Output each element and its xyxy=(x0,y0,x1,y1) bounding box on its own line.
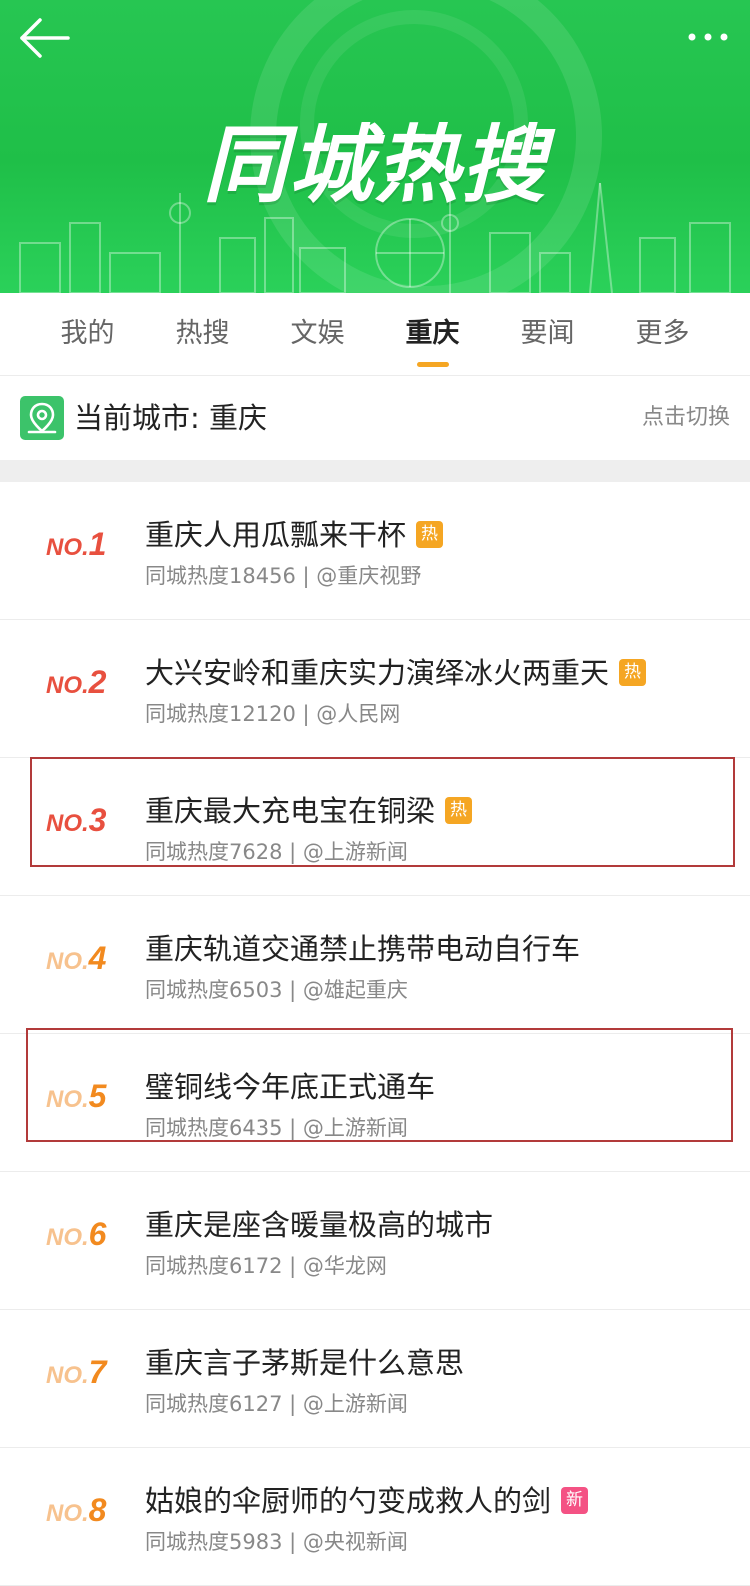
rank-label: NO.6 xyxy=(46,1216,136,1256)
tab-more[interactable]: 更多 xyxy=(605,293,720,375)
rank-label: NO.8 xyxy=(46,1492,136,1532)
item-meta: 同城热度7628 | @上游新闻 xyxy=(145,840,408,864)
city-skyline-illustration xyxy=(19,183,731,293)
item-meta: 同城热度12120 | @人民网 xyxy=(145,702,401,726)
item-title: 重庆最大充电宝在铜梁热 xyxy=(145,788,473,830)
tab-chongqing[interactable]: 重庆 xyxy=(375,293,490,375)
item-title: 姑娘的伞厨师的勺变成救人的剑新 xyxy=(145,1478,589,1520)
rank-label: NO.4 xyxy=(46,940,136,980)
tab-entertainment[interactable]: 文娱 xyxy=(260,293,375,375)
tab-news[interactable]: 要闻 xyxy=(490,293,605,375)
rank-label: NO.7 xyxy=(46,1354,136,1394)
hot-badge: 热 xyxy=(416,520,444,548)
new-badge: 新 xyxy=(561,1486,589,1514)
item-title: 重庆言子茅斯是什么意思 xyxy=(145,1346,465,1380)
list-item[interactable]: NO.7 重庆言子茅斯是什么意思 同城热度6127 | @上游新闻 xyxy=(0,1310,750,1448)
tab-label: 要闻 xyxy=(520,318,575,349)
more-button[interactable] xyxy=(684,22,732,52)
tab-label: 我的 xyxy=(60,318,115,349)
rank-label: NO.2 xyxy=(46,664,136,704)
list-item[interactable]: NO.5 璧铜线今年底正式通车 同城热度6435 | @上游新闻 xyxy=(0,1034,750,1172)
header-banner: 同城热搜 xyxy=(0,0,750,293)
item-meta: 同城热度6435 | @上游新闻 xyxy=(145,1116,408,1140)
list-item[interactable]: NO.1 重庆人用瓜瓢来干杯热 同城热度18456 | @重庆视野 xyxy=(0,482,750,620)
tab-label: 文娱 xyxy=(290,318,345,349)
active-tab-indicator xyxy=(416,362,449,367)
item-title: 大兴安岭和重庆实力演绎冰火两重天热 xyxy=(145,650,647,692)
switch-city-link[interactable]: 点击切换 xyxy=(642,376,730,460)
tab-label: 热搜 xyxy=(175,318,230,349)
tab-mine[interactable]: 我的 xyxy=(30,293,145,375)
hot-search-list: NO.1 重庆人用瓜瓢来干杯热 同城热度18456 | @重庆视野 NO.2 大… xyxy=(0,482,750,1586)
list-item[interactable]: NO.4 重庆轨道交通禁止携带电动自行车 同城热度6503 | @雄起重庆 xyxy=(0,896,750,1034)
item-meta: 同城热度18456 | @重庆视野 xyxy=(145,564,422,588)
item-meta: 同城热度5983 | @央视新闻 xyxy=(145,1530,408,1554)
list-item[interactable]: NO.2 大兴安岭和重庆实力演绎冰火两重天热 同城热度12120 | @人民网 xyxy=(0,620,750,758)
rank-label: NO.5 xyxy=(46,1078,136,1118)
category-tabs: 我的 热搜 文娱 重庆 要闻 更多 xyxy=(0,293,750,376)
item-meta: 同城热度6503 | @雄起重庆 xyxy=(145,978,408,1002)
rank-label: NO.3 xyxy=(46,802,136,842)
item-title: 重庆人用瓜瓢来干杯热 xyxy=(145,512,444,554)
rank-label: NO.1 xyxy=(46,526,136,566)
more-dots-icon xyxy=(688,33,728,41)
item-title: 重庆轨道交通禁止携带电动自行车 xyxy=(145,932,581,966)
tab-hot-search[interactable]: 热搜 xyxy=(145,293,260,375)
item-meta: 同城热度6127 | @上游新闻 xyxy=(145,1392,408,1416)
item-title: 重庆是座含暖量极高的城市 xyxy=(145,1208,494,1242)
tab-label: 重庆 xyxy=(405,318,460,349)
current-city-label: 当前城市: 重庆 xyxy=(74,401,267,435)
current-city-bar: 当前城市: 重庆 点击切换 xyxy=(0,376,750,460)
section-divider xyxy=(0,460,750,482)
hot-badge: 热 xyxy=(445,796,473,824)
tab-label: 更多 xyxy=(635,318,690,349)
list-item[interactable]: NO.3 重庆最大充电宝在铜梁热 同城热度7628 | @上游新闻 xyxy=(0,758,750,896)
hot-badge: 热 xyxy=(619,658,647,686)
list-item[interactable]: NO.8 姑娘的伞厨师的勺变成救人的剑新 同城热度5983 | @央视新闻 xyxy=(0,1448,750,1586)
item-meta: 同城热度6172 | @华龙网 xyxy=(145,1254,387,1278)
back-button[interactable] xyxy=(18,16,72,60)
list-item[interactable]: NO.6 重庆是座含暖量极高的城市 同城热度6172 | @华龙网 xyxy=(0,1172,750,1310)
arrow-left-icon xyxy=(20,18,70,58)
item-title: 璧铜线今年底正式通车 xyxy=(145,1070,436,1104)
map-pin-icon xyxy=(20,396,64,440)
